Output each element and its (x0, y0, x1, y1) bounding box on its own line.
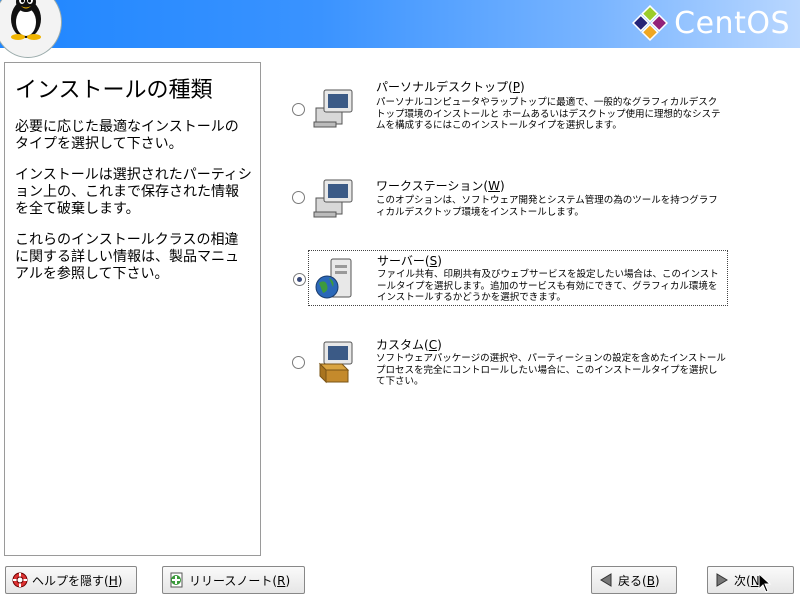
radio-workstation[interactable] (292, 191, 305, 204)
radio-personal-desktop[interactable] (292, 103, 305, 116)
option-title: サーバー(S) (377, 254, 442, 268)
help-paragraph: これらのインストールクラスの相違に関する詳しい情報は、製品マニュアルを参照して下… (15, 232, 239, 282)
back-button[interactable]: 戻る(B) (591, 566, 677, 594)
option-title: カスタム(C) (376, 338, 442, 352)
help-paragraph: 必要に応じた最適なインストールのタイプを選択して下さい。 (15, 119, 239, 152)
option-server[interactable]: サーバー(S) ファイル共有、印刷共有及びウェブサービスを設定したい場合は、この… (293, 250, 728, 306)
option-personal-desktop[interactable]: パーソナルデスクトップ(P) パーソナルコンピュータやラップトップに最適で、一般… (284, 76, 730, 148)
hide-help-label: ヘルプを隠す(H) (32, 573, 123, 588)
brand-name: CentOS (674, 5, 790, 41)
help-title: インストールの種類 (15, 78, 213, 103)
custom-package-icon (318, 341, 353, 384)
arrow-left-icon (600, 573, 612, 587)
mouse-cursor-icon (758, 573, 772, 593)
option-description: ファイル共有、印刷共有及びウェブサービスを設定したい場合は、このインストールタイ… (377, 269, 719, 303)
option-title: パーソナルデスクトップ(P) (376, 80, 525, 94)
help-paragraph: インストールは選択されたパーティション上の、これまで保存された情報を全て破棄しま… (15, 167, 252, 217)
back-label: 戻る(B) (618, 573, 660, 588)
option-description: このオプションは、ソフトウェア開発とシステム管理の為のツールを持つグラフィカルデ… (376, 195, 718, 218)
centos-logo: CentOS (632, 4, 790, 42)
next-button[interactable]: 次(N) (707, 566, 794, 594)
help-pane: インストールの種類 必要に応じた最適なインストールのタイプを選択して下さい。 イ… (4, 62, 261, 556)
desktop-computer-icon (313, 89, 353, 128)
server-globe-icon (315, 258, 352, 299)
lifebuoy-icon (12, 572, 28, 588)
release-notes-icon (170, 572, 183, 588)
header-banner: CentOS (0, 0, 800, 58)
option-title: ワークステーション(W) (376, 179, 505, 193)
option-custom[interactable]: カスタム(C) ソフトウェアパッケージの選択や、パーティーションの設定を含めたイ… (284, 338, 730, 398)
option-description: パーソナルコンピュータやラップトップに最適で、一般的なグラフィカルデスクトップ環… (376, 97, 721, 131)
workstation-computer-icon (313, 179, 353, 218)
option-description: ソフトウェアパッケージの選択や、パーティーションの設定を含めたインストールプロセ… (376, 353, 726, 387)
release-notes-label: リリースノート(R) (189, 573, 291, 588)
tux-badge (0, 0, 62, 58)
arrow-right-icon (716, 573, 728, 587)
radio-custom[interactable] (292, 356, 305, 369)
centos-emblem-icon (632, 5, 669, 41)
radio-server[interactable] (293, 273, 306, 286)
release-notes-button[interactable]: リリースノート(R) (162, 566, 305, 594)
tux-penguin-icon (11, 0, 41, 40)
option-workstation[interactable]: ワークステーション(W) このオプションは、ソフトウェア開発とシステム管理の為の… (284, 176, 730, 220)
hide-help-button[interactable]: ヘルプを隠す(H) (5, 566, 137, 594)
